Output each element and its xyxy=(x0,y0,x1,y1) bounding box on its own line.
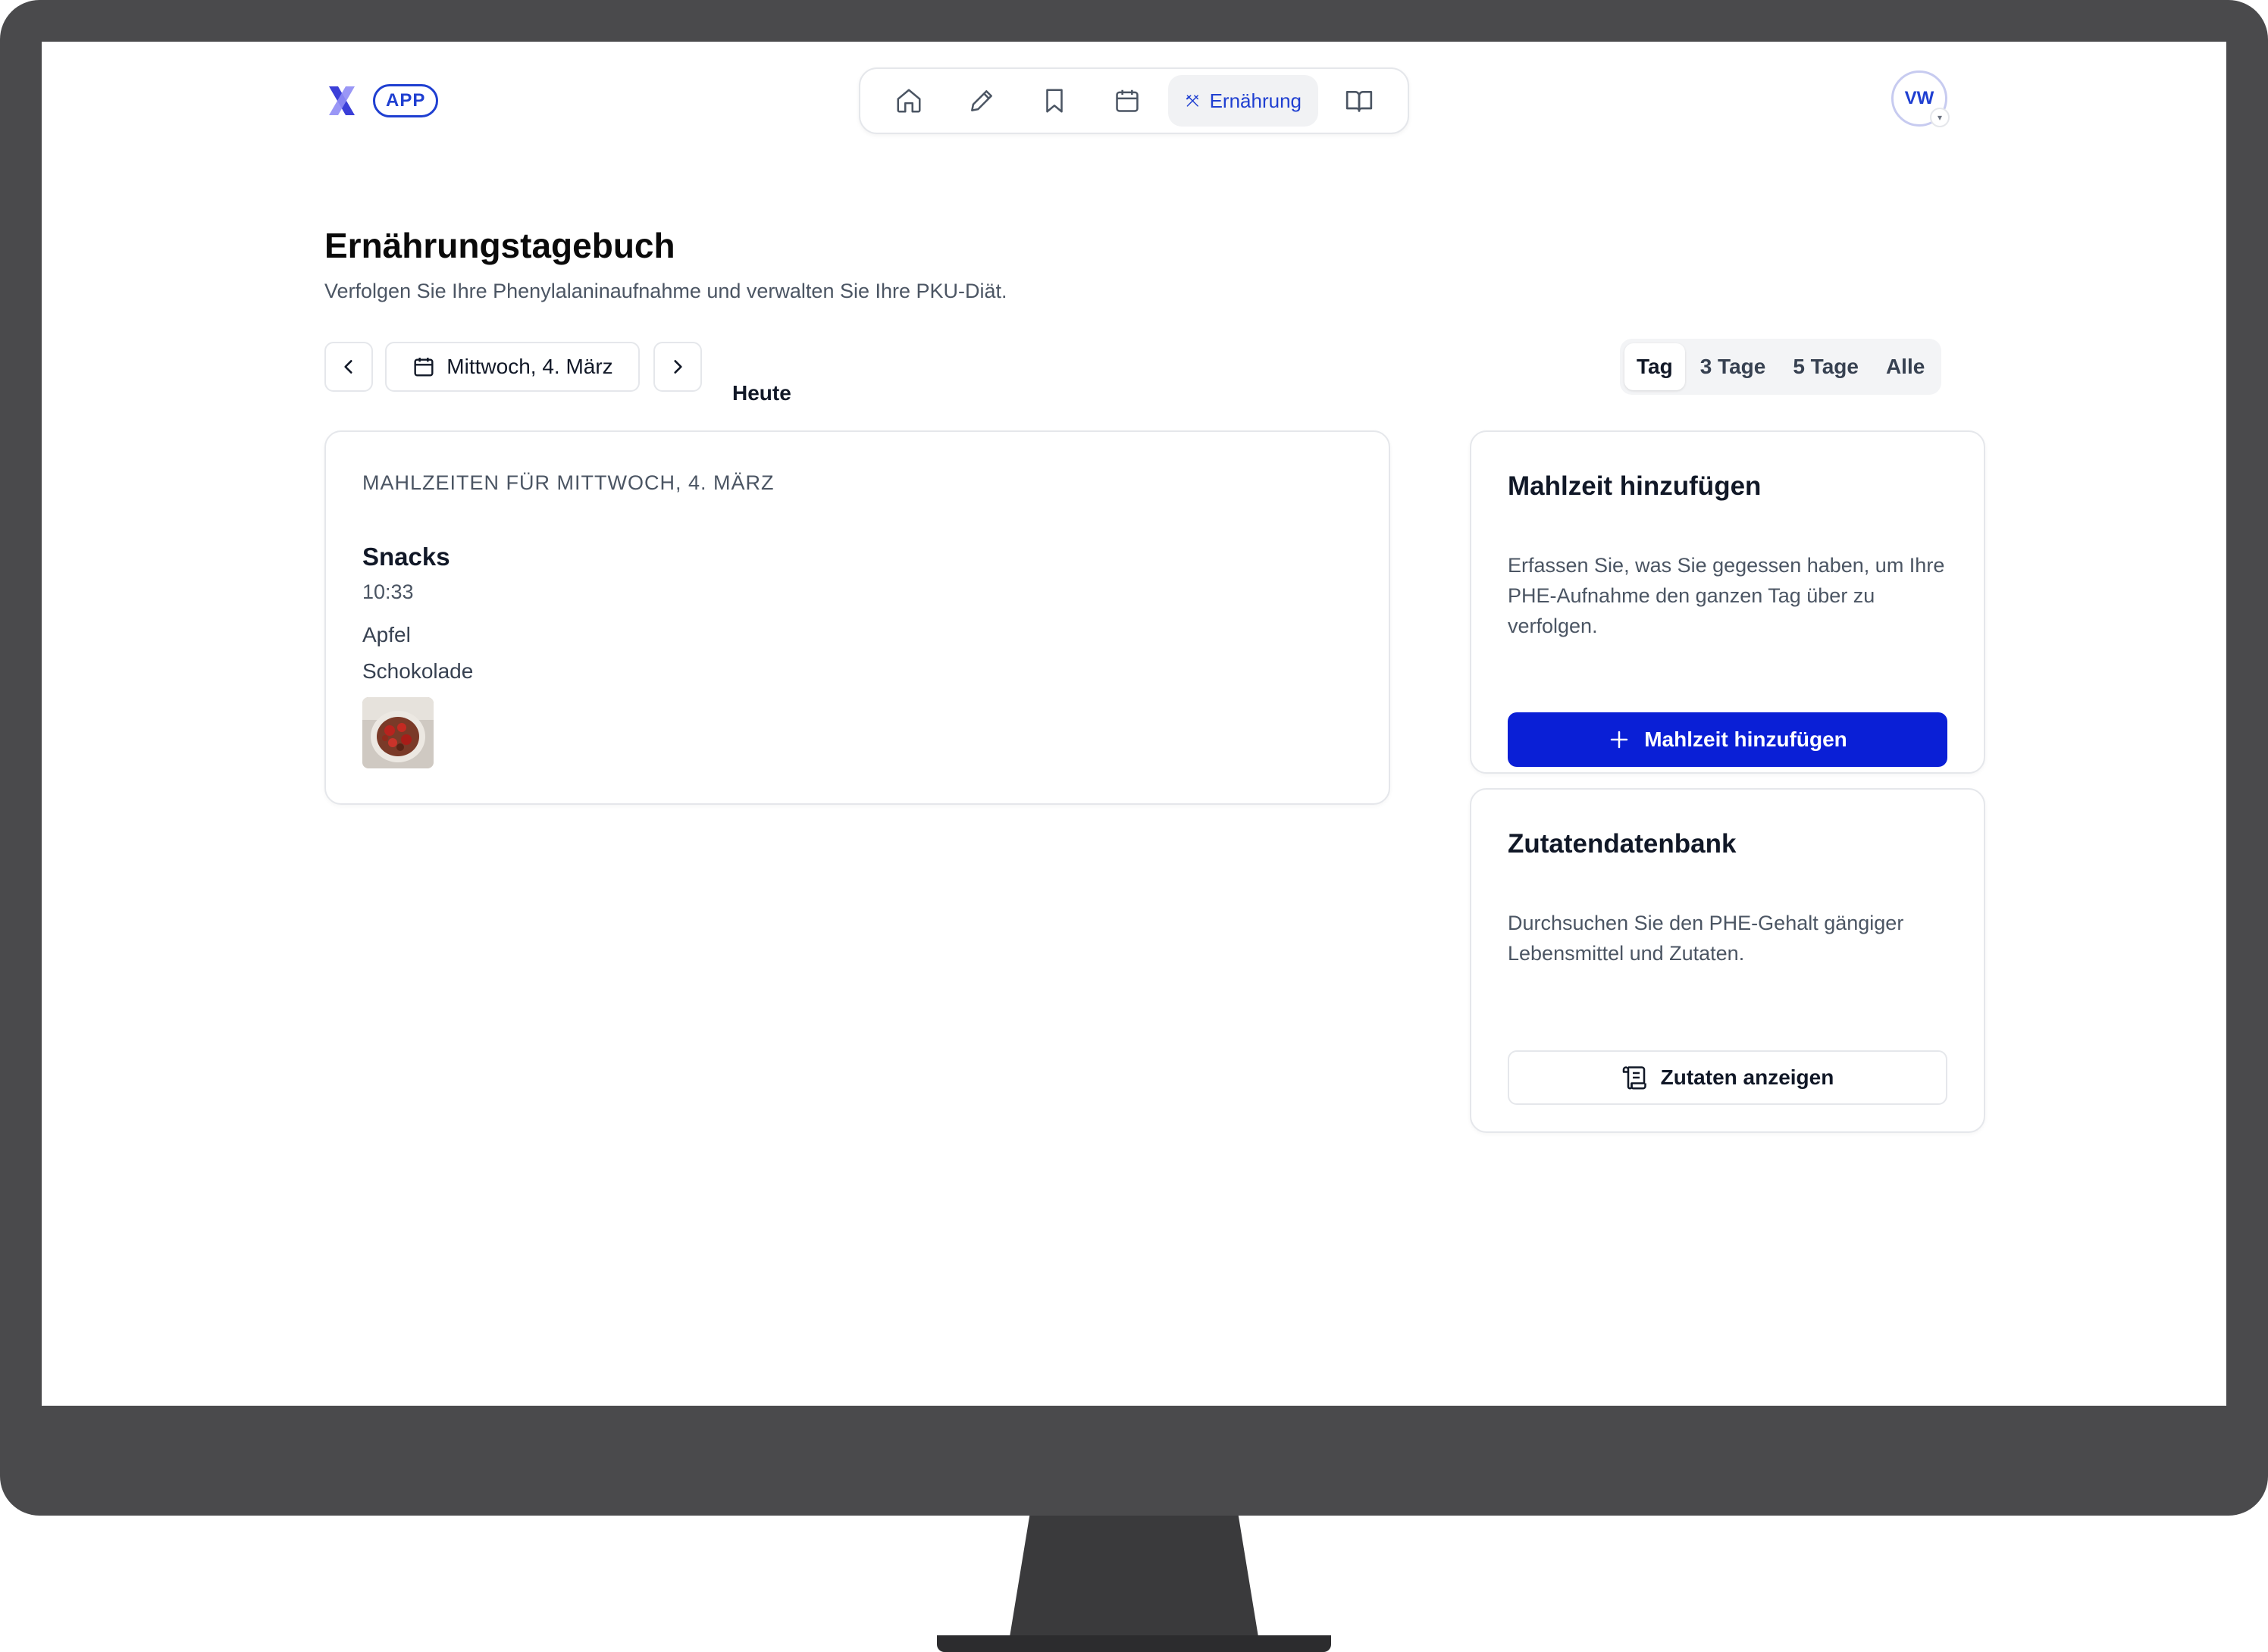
x-logo-icon xyxy=(329,86,355,115)
plus-icon xyxy=(1610,731,1628,749)
home-icon xyxy=(897,89,921,113)
add-meal-title: Mahlzeit hinzufügen xyxy=(1508,471,1762,501)
chevron-down-icon: ▾ xyxy=(1930,108,1950,127)
nav-edit[interactable] xyxy=(950,75,1013,127)
food-item: Apfel xyxy=(362,623,411,646)
calendar-icon xyxy=(414,358,434,377)
add-meal-description: Erfassen Sie, was Sie gegessen haben, um… xyxy=(1508,554,1945,637)
show-ingredients-button[interactable]: Zutaten anzeigen xyxy=(1508,1050,1947,1105)
nav-nutrition-label: Ernährung xyxy=(1209,89,1302,112)
today-button[interactable]: Heute xyxy=(732,381,791,405)
meal-photo[interactable] xyxy=(362,697,434,768)
page-title: Ernährungstagebuch xyxy=(324,226,675,265)
monitor-base xyxy=(937,1635,1331,1652)
date-picker-button[interactable]: Mittwoch, 4. März xyxy=(385,342,640,392)
meals-heading: MAHLZEITEN FÜR MITTWOCH, 4. MÄRZ xyxy=(362,471,775,494)
app-logo[interactable]: APP xyxy=(324,83,439,118)
previous-day-button[interactable] xyxy=(324,342,373,392)
page-subtitle: Verfolgen Sie Ihre Phenylalaninaufnahme … xyxy=(324,280,1007,302)
range-option-5-tage[interactable]: 5 Tage xyxy=(1781,343,1871,390)
food-item: Schokolade xyxy=(362,659,474,683)
current-date-label: Mittwoch, 4. März xyxy=(446,355,613,378)
chevron-right-icon xyxy=(674,360,682,374)
user-avatar[interactable]: VW ▾ xyxy=(1891,70,1950,127)
chevron-left-icon xyxy=(344,360,352,374)
pencil-icon xyxy=(971,90,992,111)
range-option-3-tage[interactable]: 3 Tage xyxy=(1688,343,1778,390)
range-option-tag[interactable]: Tag xyxy=(1624,343,1685,390)
scroll-icon xyxy=(1622,1066,1646,1090)
next-day-button[interactable] xyxy=(653,342,702,392)
nav-nutrition[interactable]: Ernährung xyxy=(1168,75,1318,127)
nav-home[interactable] xyxy=(877,75,941,127)
range-option-alle[interactable]: Alle xyxy=(1874,343,1937,390)
monitor-stand xyxy=(1010,1516,1258,1637)
range-toggle: Tag 3 Tage 5 Tage Alle xyxy=(1620,339,1942,395)
app-badge: APP xyxy=(373,84,439,117)
utensils-icon xyxy=(1186,95,1198,107)
nav-library[interactable] xyxy=(1327,75,1391,127)
book-open-icon xyxy=(1345,91,1373,112)
calendar-icon xyxy=(1116,89,1139,112)
meals-card: MAHLZEITEN FÜR MITTWOCH, 4. MÄRZ Snacks … xyxy=(324,430,1390,805)
nav-bookmarks[interactable] xyxy=(1023,75,1086,127)
meal-name[interactable]: Snacks xyxy=(362,543,450,571)
bookmark-icon xyxy=(1046,89,1063,113)
avatar-initials: VW xyxy=(1904,88,1934,108)
add-meal-button-label: Mahlzeit hinzufügen xyxy=(1644,727,1847,751)
add-meal-card: Mahlzeit hinzufügen Erfassen Sie, was Si… xyxy=(1470,430,1985,774)
ingredient-db-title: Zutatendatenbank xyxy=(1508,829,1737,859)
nav-calendar[interactable] xyxy=(1095,75,1159,127)
add-meal-button[interactable]: Mahlzeit hinzufügen xyxy=(1508,712,1947,767)
meal-time: 10:33 xyxy=(362,580,414,603)
app-screen: APP Ernährung VW ▾ Ernährungstagebuch Ve… xyxy=(42,42,2226,1406)
main-nav: Ernährung xyxy=(859,67,1409,134)
ingredient-db-description: Durchsuchen Sie den PHE-Gehalt gängiger … xyxy=(1508,912,1904,965)
show-ingredients-label: Zutaten anzeigen xyxy=(1660,1065,1834,1089)
ingredient-db-card: Zutatendatenbank Durchsuchen Sie den PHE… xyxy=(1470,788,1985,1133)
